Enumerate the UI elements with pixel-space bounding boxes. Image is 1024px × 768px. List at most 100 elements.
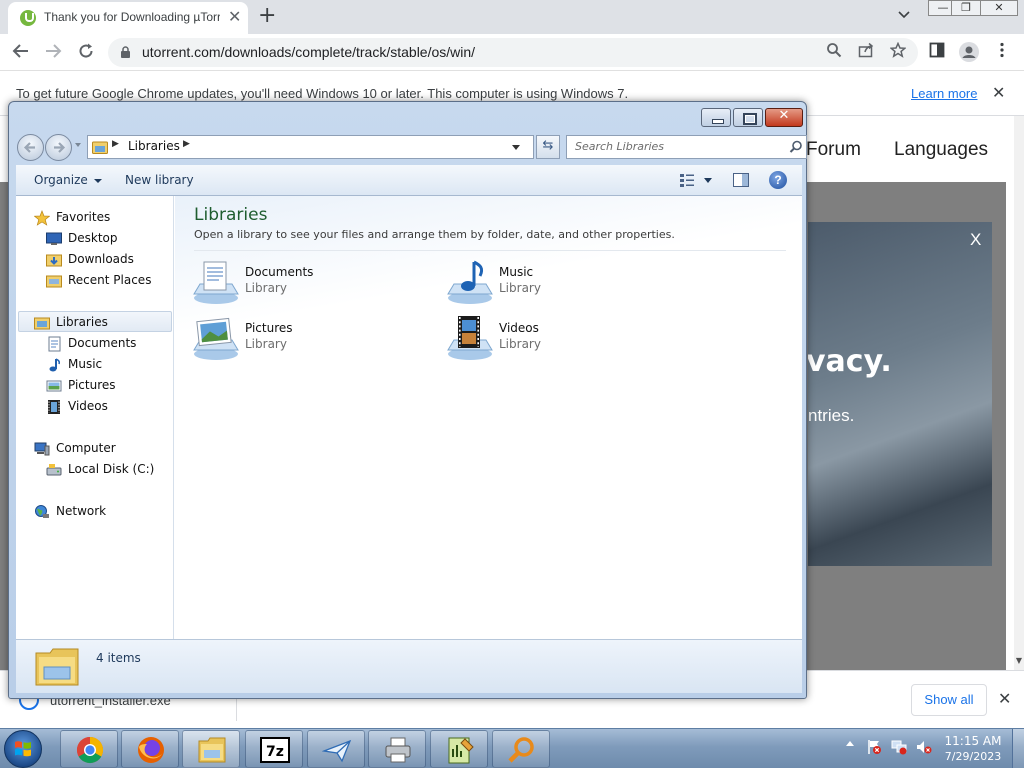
- library-item-music[interactable]: Music Library: [446, 258, 686, 308]
- browser-restore-button[interactable]: ❐: [951, 0, 981, 16]
- videos-film-icon: [48, 400, 60, 414]
- nav-videos-label: Videos: [68, 399, 108, 413]
- breadcrumb-separator-icon[interactable]: ▶: [112, 139, 119, 149]
- browser-tab-strip: Thank you for Downloading µTorrent ✕ + —…: [0, 0, 1024, 34]
- side-panel-icon[interactable]: [927, 42, 947, 62]
- page-scrollbar[interactable]: [1014, 116, 1024, 670]
- taskbar-explorer[interactable]: [182, 730, 240, 768]
- search-magnifier-icon: [508, 737, 534, 763]
- explorer-minimize-button[interactable]: [701, 108, 731, 127]
- browser-close-button[interactable]: ✕: [980, 0, 1018, 16]
- recent-pages-dropdown[interactable]: [75, 143, 81, 147]
- forward-button[interactable]: [45, 134, 72, 161]
- action-center-flag-icon[interactable]: [866, 739, 882, 755]
- pictures-library-icon: [193, 317, 239, 360]
- nav-pictures-label: Pictures: [68, 378, 116, 392]
- taskbar-7zip[interactable]: 7z: [245, 730, 303, 768]
- organize-dropdown-icon[interactable]: [94, 179, 102, 183]
- new-library-button[interactable]: New library: [125, 173, 194, 187]
- tab-close-icon[interactable]: ✕: [228, 8, 241, 26]
- search-placeholder: Search Libraries: [575, 140, 665, 153]
- breadcrumb-libraries[interactable]: Libraries: [128, 139, 180, 153]
- explorer-window: ✕ ▶ Libraries ▶ ⇆ Search Libraries Organ…: [8, 101, 807, 699]
- content-divider: [194, 250, 786, 251]
- utorrent-favicon-icon: [20, 10, 36, 26]
- explorer-address-bar[interactable]: ▶ Libraries ▶: [87, 135, 534, 159]
- nav-downloads-label: Downloads: [68, 252, 134, 266]
- hard-disk-icon: [46, 464, 62, 476]
- tab-search-chevron-icon[interactable]: [897, 8, 911, 22]
- explorer-command-bar: Organize New library ?: [16, 165, 802, 196]
- breadcrumb-separator-icon[interactable]: ▶: [183, 139, 190, 149]
- music-library-icon: [447, 260, 493, 304]
- show-desktop-button[interactable]: [1012, 729, 1024, 768]
- share-icon[interactable]: [856, 42, 876, 62]
- library-item-pictures[interactable]: Pictures Library: [192, 314, 432, 364]
- refresh-button[interactable]: ⇆: [536, 135, 560, 159]
- nav-link-languages[interactable]: Languages: [894, 139, 988, 161]
- taskbar-notepad-chart-app[interactable]: [430, 730, 488, 768]
- videos-library-icon: [447, 316, 493, 360]
- library-item-videos[interactable]: Videos Library: [446, 314, 686, 364]
- menu-kebab-icon[interactable]: [992, 42, 1012, 62]
- address-bar[interactable]: utorrent.com/downloads/complete/track/st…: [108, 38, 918, 67]
- change-view-icon[interactable]: [679, 173, 695, 187]
- library-type: Library: [245, 337, 287, 351]
- start-button[interactable]: [4, 730, 42, 768]
- reload-icon[interactable]: [76, 42, 96, 62]
- infobar-close-icon[interactable]: ✕: [992, 83, 1005, 102]
- nav-local-disk-label: Local Disk (C:): [68, 462, 155, 476]
- back-button[interactable]: [17, 134, 44, 161]
- close-icon: ✕: [778, 108, 790, 123]
- taskbar-chrome[interactable]: [60, 730, 118, 768]
- library-name: Videos: [499, 321, 539, 335]
- explorer-maximize-button[interactable]: [733, 108, 763, 127]
- nav-network-label: Network: [56, 504, 107, 518]
- network-status-icon[interactable]: [891, 739, 907, 755]
- learn-more-link[interactable]: Learn more: [911, 86, 977, 101]
- network-globe-icon: [35, 505, 49, 518]
- help-icon[interactable]: ?: [769, 171, 787, 189]
- taskbar-search-app[interactable]: [492, 730, 550, 768]
- nav-music-label: Music: [68, 357, 103, 371]
- explorer-close-button[interactable]: ✕: [765, 108, 803, 127]
- library-item-documents[interactable]: Documents Library: [192, 258, 432, 308]
- profile-avatar-icon[interactable]: [959, 42, 979, 62]
- show-hidden-icons-icon[interactable]: [846, 741, 854, 746]
- show-all-button[interactable]: Show all: [911, 684, 987, 716]
- clock-date[interactable]: 7/29/2023: [941, 750, 1005, 763]
- browser-tab[interactable]: Thank you for Downloading µTorrent ✕: [8, 2, 248, 34]
- scroll-down-arrow-icon[interactable]: ▼: [1014, 656, 1024, 668]
- address-history-dropdown-icon[interactable]: [512, 145, 520, 150]
- back-arrow-icon: [23, 142, 35, 153]
- documents-library-icon: [193, 261, 239, 304]
- organize-button[interactable]: Organize: [34, 173, 88, 187]
- taskbar-paper-plane-app[interactable]: [307, 730, 365, 768]
- download-shelf-close-icon[interactable]: ✕: [998, 689, 1011, 708]
- new-tab-button[interactable]: +: [258, 3, 276, 28]
- library-name: Documents: [245, 265, 314, 279]
- navigation-pane: Favorites Desktop Downloads Recent Place…: [16, 196, 174, 639]
- notepad-chart-icon: [448, 737, 474, 764]
- nav-documents-label: Documents: [68, 336, 137, 350]
- desktop-icon: [46, 232, 62, 245]
- preview-pane-icon[interactable]: [733, 173, 749, 187]
- library-type: Library: [245, 281, 287, 295]
- banner-close-button[interactable]: X: [970, 230, 981, 250]
- nav-link-forum[interactable]: Forum: [806, 139, 861, 161]
- search-libraries-input[interactable]: Search Libraries: [566, 135, 807, 159]
- forward-arrow-icon[interactable]: [43, 42, 63, 62]
- bookmark-star-icon[interactable]: [888, 41, 908, 62]
- volume-icon[interactable]: [916, 739, 932, 755]
- taskbar-printer-app[interactable]: [368, 730, 426, 768]
- back-arrow-icon[interactable]: [11, 42, 31, 62]
- taskbar-firefox[interactable]: [121, 730, 179, 768]
- browser-toolbar: utorrent.com/downloads/complete/track/st…: [0, 34, 1024, 71]
- zoom-search-icon[interactable]: [824, 42, 844, 62]
- libraries-folder-icon: [92, 141, 108, 154]
- documents-icon: [48, 336, 61, 352]
- view-options-dropdown-icon[interactable]: [704, 178, 712, 183]
- clock-time[interactable]: 11:15 AM: [941, 734, 1005, 748]
- search-icon[interactable]: [789, 140, 803, 154]
- library-type: Library: [499, 281, 541, 295]
